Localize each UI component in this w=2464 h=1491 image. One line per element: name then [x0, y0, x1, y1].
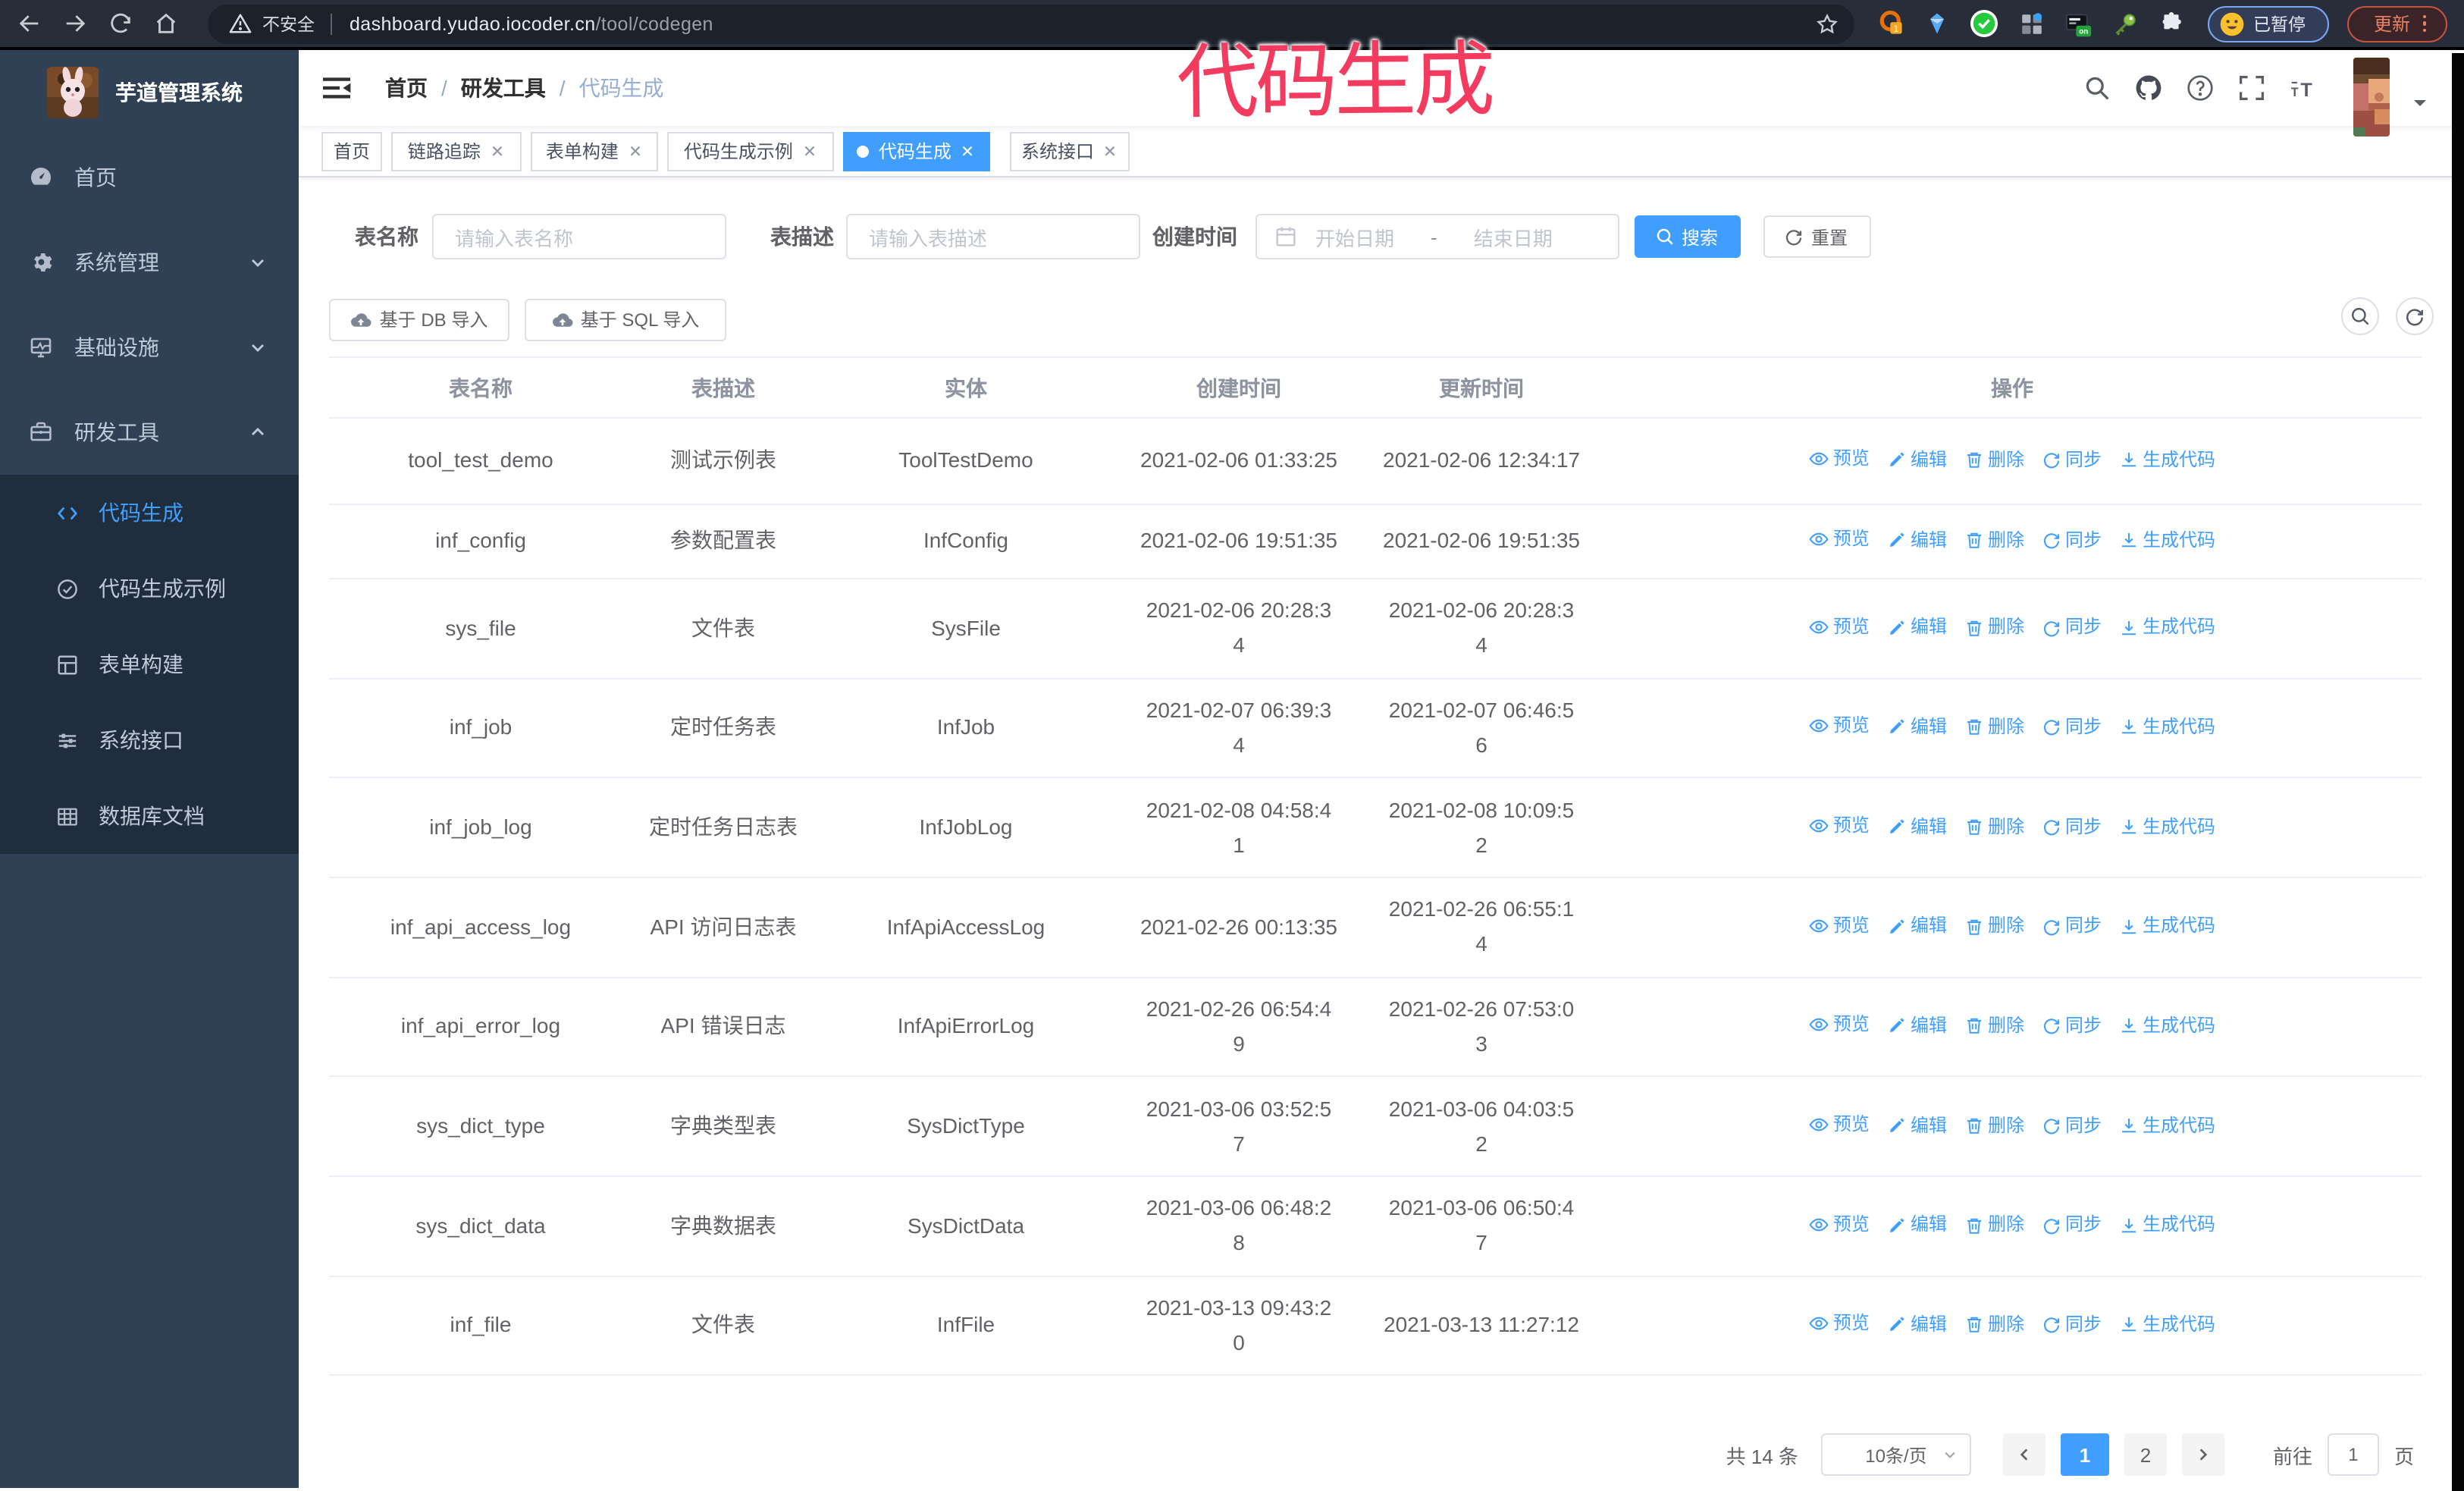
svg-text:T: T — [2300, 80, 2312, 101]
svg-text:1: 1 — [1894, 24, 1899, 34]
svg-text:on: on — [2079, 27, 2088, 36]
svg-text:T: T — [2291, 86, 2299, 99]
